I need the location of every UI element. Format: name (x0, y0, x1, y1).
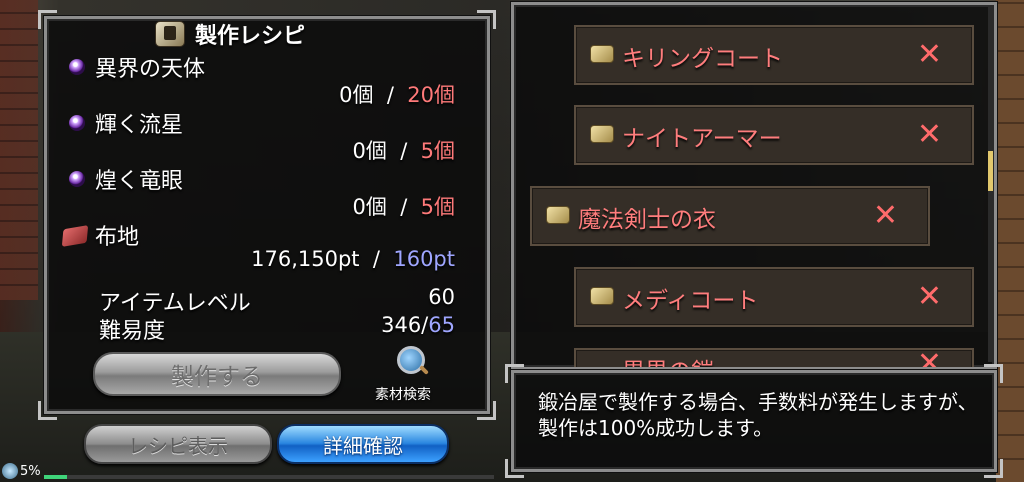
list-item-name: 異界の鎧 (622, 352, 714, 367)
remove-icon[interactable]: ✕ (873, 198, 898, 233)
difficulty-value: 346/65 (381, 313, 455, 337)
material-have: 0個 (352, 139, 387, 163)
recipe-book-icon (155, 21, 185, 47)
panel-corner (38, 401, 57, 420)
list-item-name: キリングコート (622, 46, 783, 72)
material-search-icon[interactable] (397, 346, 425, 374)
cloth-icon (61, 225, 89, 247)
material-name: 布地 (95, 225, 140, 250)
quantity-separator: / (386, 83, 394, 107)
material-search-label[interactable]: 素材検索 (375, 384, 431, 404)
panel-corner (38, 10, 57, 29)
list-item[interactable]: メディコート ✕ (574, 267, 974, 327)
message-text: 鍛冶屋で製作する場合、手数料が発生しますが、製作は100%成功します。 (538, 390, 978, 440)
remove-icon[interactable]: ✕ (917, 346, 942, 367)
material-need: 20個 (407, 83, 455, 107)
difficulty-current: 346/ (381, 313, 429, 337)
material-quantity: 0個 / 5個 (352, 135, 455, 165)
wooden-wall (996, 0, 1024, 482)
material-name: 煌く竜眼 (95, 169, 184, 194)
list-item-name: ナイトアーマー (622, 126, 782, 152)
material-have: 0個 (339, 83, 374, 107)
material-name: 輝く流星 (95, 113, 184, 138)
material-have: 0個 (352, 195, 387, 219)
recipe-title-text: 製作レシピ (195, 24, 306, 49)
list-item-selected[interactable]: 魔法剣士の衣 ✕ (530, 186, 930, 246)
orb-icon (69, 171, 85, 187)
scroll-icon (546, 206, 570, 224)
difficulty-max: 65 (428, 313, 455, 337)
panel-corner (505, 459, 524, 478)
material-need: 5個 (420, 195, 455, 219)
scroll-icon (590, 125, 614, 143)
material-quantity: 176,150pt / 160pt (251, 247, 455, 271)
quantity-separator: / (400, 195, 408, 219)
scroll-icon (590, 287, 614, 305)
panel-corner (505, 364, 524, 383)
progress-bar (44, 475, 494, 479)
message-panel: 鍛冶屋で製作する場合、手数料が発生しますが、製作は100%成功します。 (505, 364, 1003, 478)
gauge-icon (2, 463, 18, 479)
list-item[interactable]: 異界の鎧 ✕ (574, 346, 974, 367)
recipe-view-button[interactable]: レシピ表示 (84, 424, 272, 464)
material-have: 176,150pt (251, 247, 360, 271)
material-quantity: 0個 / 5個 (352, 191, 455, 221)
status-percent: 5% (20, 463, 41, 479)
craft-button[interactable]: 製作する (93, 352, 341, 396)
orb-icon (69, 115, 85, 131)
quantity-separator: / (400, 139, 408, 163)
material-quantity: 0個 / 20個 (339, 79, 455, 109)
recipe-list-panel: キリングコート ✕ ナイトアーマー ✕ 魔法剣士の衣 ✕ メディコート ✕ 異界… (511, 2, 997, 370)
progress-bar-fill (44, 475, 67, 479)
recipe-title: 製作レシピ (155, 19, 305, 49)
scroll-icon (590, 45, 614, 63)
panel-corner (984, 364, 1003, 383)
remove-icon[interactable]: ✕ (917, 37, 942, 72)
list-scrollbar[interactable] (988, 6, 993, 362)
status-indicator: 5% (2, 462, 41, 480)
remove-icon[interactable]: ✕ (917, 117, 942, 152)
list-item-name: 魔法剣士の衣 (578, 207, 716, 233)
difficulty-label: 難易度 (99, 319, 166, 344)
list-item-name: メディコート (622, 288, 759, 314)
remove-icon[interactable]: ✕ (917, 279, 942, 314)
detail-button[interactable]: 詳細確認 (277, 424, 449, 464)
recipe-panel: 製作レシピ 異界の天体 0個 / 20個 輝く流星 0個 / 5個 煌く竜眼 0… (38, 10, 496, 420)
scrollbar-thumb[interactable] (988, 151, 993, 191)
orb-icon (69, 59, 85, 75)
panel-corner (984, 459, 1003, 478)
material-need: 160pt (393, 247, 455, 271)
list-item[interactable]: ナイトアーマー ✕ (574, 105, 974, 165)
panel-corner (477, 401, 496, 420)
list-item[interactable]: キリングコート ✕ (574, 25, 974, 85)
material-name: 異界の天体 (95, 57, 206, 82)
material-need: 5個 (420, 139, 455, 163)
panel-corner (477, 10, 496, 29)
brick-wall (0, 0, 38, 300)
quantity-separator: / (372, 247, 380, 271)
item-level-value: 60 (428, 285, 455, 309)
